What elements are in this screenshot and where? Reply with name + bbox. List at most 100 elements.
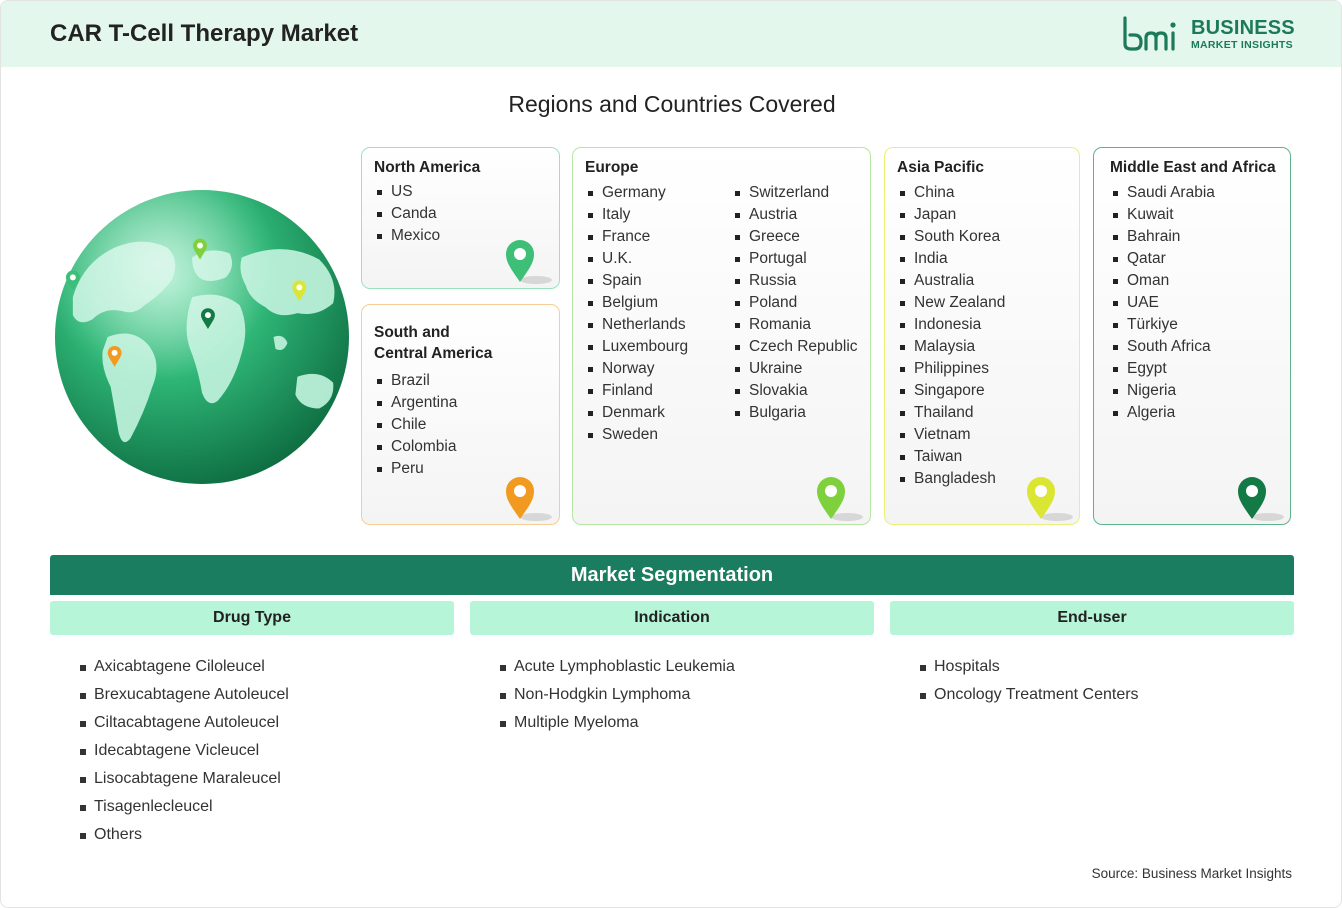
list-item: Taiwan <box>899 446 1005 468</box>
list-item: UAE <box>1112 292 1215 314</box>
list-item: South Korea <box>899 226 1005 248</box>
list-item: Bahrain <box>1112 226 1215 248</box>
regions-title: Regions and Countries Covered <box>508 91 836 117</box>
region-title-line-1: South and <box>374 324 450 341</box>
list-item: Russia <box>734 270 858 292</box>
list-item: Kuwait <box>1112 204 1215 226</box>
region-title-line-2: Central America <box>374 345 493 362</box>
list-item: Ukraine <box>734 358 858 380</box>
list-item: Oncology Treatment Centers <box>920 681 1139 709</box>
page-title: CAR T-Cell Therapy Market <box>50 20 359 47</box>
segment-list-end-user: Hospitals Oncology Treatment Centers <box>920 653 1139 709</box>
segment-heading-drug-type: Drug Type <box>50 601 454 635</box>
list-item: Australia <box>899 270 1005 292</box>
list-item: Spain <box>587 270 688 292</box>
region-title: South and Central America <box>374 322 492 364</box>
list-item: Peru <box>376 458 457 480</box>
list-item: Denmark <box>587 402 688 424</box>
list-item: China <box>899 182 1005 204</box>
list-item: Oman <box>1112 270 1215 292</box>
region-card-north-america: North America US Canda Mexico <box>361 147 560 289</box>
list-item: Czech Republic <box>734 336 858 358</box>
list-item: Lisocabtagene Maraleucel <box>80 765 289 793</box>
brand-logo: BUSINESS MARKET INSIGHTS <box>1121 16 1301 52</box>
list-item: Thailand <box>899 402 1005 424</box>
region-title: Europe <box>585 159 639 176</box>
country-list-col-1: Germany Italy France U.K. Spain Belgium … <box>587 182 688 446</box>
country-list-col-2: Switzerland Austria Greece Portugal Russ… <box>734 182 858 424</box>
header: CAR T-Cell Therapy Market BUSINESS MARKE… <box>1 1 1341 67</box>
country-list: Saudi Arabia Kuwait Bahrain Qatar Oman U… <box>1112 182 1215 424</box>
list-item: Others <box>80 821 289 849</box>
location-pin-icon <box>1238 477 1284 521</box>
list-item: Saudi Arabia <box>1112 182 1215 204</box>
list-item: U.K. <box>587 248 688 270</box>
market-segmentation-header: Market Segmentation <box>50 555 1294 595</box>
list-item: Argentina <box>376 392 457 414</box>
list-item: Brexucabtagene Autoleucel <box>80 681 289 709</box>
list-item: Egypt <box>1112 358 1215 380</box>
list-item: Portugal <box>734 248 858 270</box>
list-item: France <box>587 226 688 248</box>
region-title: North America <box>374 159 481 176</box>
segment-list-drug-type: Axicabtagene Ciloleucel Brexucabtagene A… <box>80 653 289 849</box>
list-item: Bulgaria <box>734 402 858 424</box>
list-item: South Africa <box>1112 336 1215 358</box>
location-pin-icon <box>506 240 552 284</box>
list-item: Slovakia <box>734 380 858 402</box>
list-item: Idecabtagene Vicleucel <box>80 737 289 765</box>
location-pin-icon <box>506 477 552 521</box>
list-item: Greece <box>734 226 858 248</box>
region-card-europe: Europe Germany Italy France U.K. Spain B… <box>572 147 871 525</box>
region-title: Asia Pacific <box>897 159 985 176</box>
location-pin-icon <box>1027 477 1073 521</box>
list-item: Tisagenlecleucel <box>80 793 289 821</box>
region-card-asia-pacific: Asia Pacific China Japan South Korea Ind… <box>884 147 1080 525</box>
list-item: Qatar <box>1112 248 1215 270</box>
list-item: Algeria <box>1112 402 1215 424</box>
source-note: Source: Business Market Insights <box>1091 866 1292 881</box>
list-item: Malaysia <box>899 336 1005 358</box>
segment-list-indication: Acute Lymphoblastic Leukemia Non-Hodgkin… <box>500 653 735 737</box>
country-list: Brazil Argentina Chile Colombia Peru <box>376 370 457 480</box>
list-item: Sweden <box>587 424 688 446</box>
segment-heading-end-user: End-user <box>890 601 1294 635</box>
list-item: Axicabtagene Ciloleucel <box>80 653 289 681</box>
country-list: China Japan South Korea India Australia … <box>899 182 1005 490</box>
list-item: Finland <box>587 380 688 402</box>
list-item: Germany <box>587 182 688 204</box>
list-item: Acute Lymphoblastic Leukemia <box>500 653 735 681</box>
region-card-south-america: South and Central America Brazil Argenti… <box>361 304 560 525</box>
list-item: Philippines <box>899 358 1005 380</box>
globe-illustration <box>54 189 350 485</box>
list-item: Türkiye <box>1112 314 1215 336</box>
list-item: Nigeria <box>1112 380 1215 402</box>
logo-text-market-insights: MARKET INSIGHTS <box>1191 39 1293 51</box>
country-list: US Canda Mexico <box>376 181 440 247</box>
list-item: Mexico <box>376 225 440 247</box>
list-item: Italy <box>587 204 688 226</box>
list-item: Colombia <box>376 436 457 458</box>
list-item: Canda <box>376 203 440 225</box>
logo-text-business: BUSINESS <box>1191 17 1295 39</box>
list-item: US <box>376 181 440 203</box>
list-item: Romania <box>734 314 858 336</box>
list-item: Japan <box>899 204 1005 226</box>
list-item: Poland <box>734 292 858 314</box>
list-item: Switzerland <box>734 182 858 204</box>
list-item: Bangladesh <box>899 468 1005 490</box>
list-item: Norway <box>587 358 688 380</box>
region-card-middle-east-africa: Middle East and Africa Saudi Arabia Kuwa… <box>1093 147 1291 525</box>
list-item: Belgium <box>587 292 688 314</box>
list-item: Ciltacabtagene Autoleucel <box>80 709 289 737</box>
segment-heading-indication: Indication <box>470 601 874 635</box>
list-item: Indonesia <box>899 314 1005 336</box>
location-pin-icon <box>817 477 863 521</box>
list-item: Vietnam <box>899 424 1005 446</box>
list-item: Singapore <box>899 380 1005 402</box>
list-item: Chile <box>376 414 457 436</box>
list-item: Austria <box>734 204 858 226</box>
list-item: Netherlands <box>587 314 688 336</box>
list-item: Luxembourg <box>587 336 688 358</box>
bmi-logo-icon <box>1123 16 1176 51</box>
